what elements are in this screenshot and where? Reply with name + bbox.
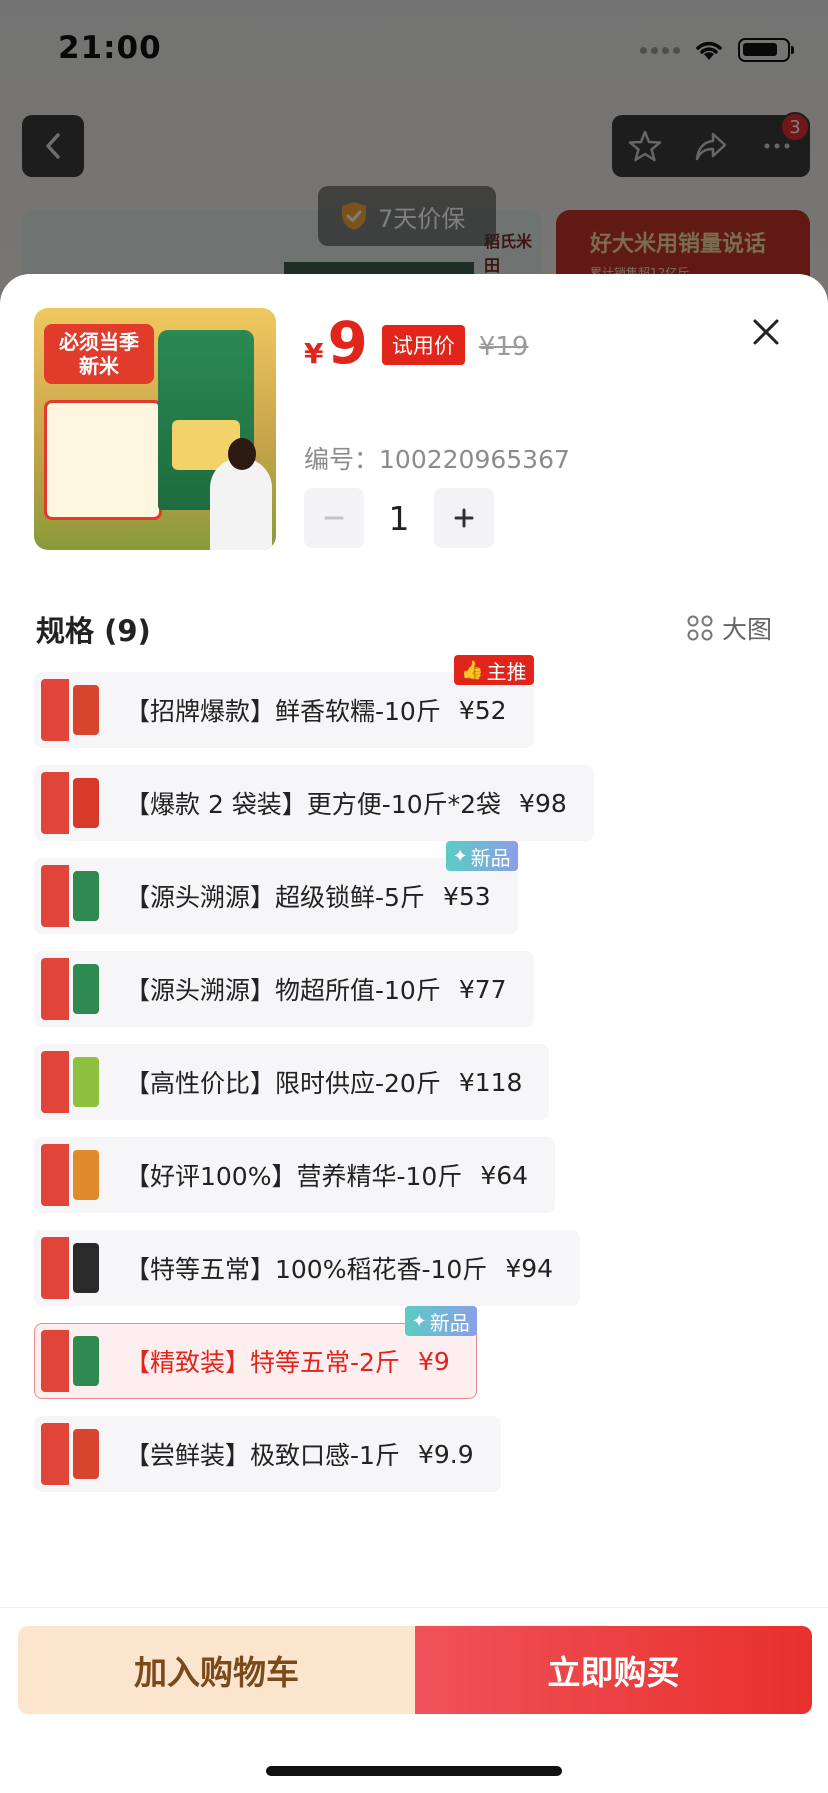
big-view-toggle[interactable]: 大图 [686, 610, 772, 646]
sparkle-icon: ✦ [452, 845, 468, 867]
spec-option[interactable]: 【尝鲜装】极致口感-1斤 ¥9.9 [34, 1416, 501, 1492]
spec-option[interactable]: 【好评100%】营养精华-10斤 ¥64 [34, 1137, 556, 1213]
spec-option-label: 【源头溯源】物超所值-10斤 [125, 976, 441, 1005]
footer-divider [0, 1607, 828, 1608]
spec-option-label: 【好评100%】营养精华-10斤 [125, 1162, 463, 1191]
home-indicator [266, 1766, 562, 1776]
buy-now-button[interactable]: 立即购买 [415, 1626, 812, 1714]
spec-option-label: 【尝鲜装】极致口感-1斤 [125, 1441, 400, 1470]
quantity-value[interactable]: 1 [364, 499, 434, 538]
spec-option-label: 【源头溯源】超级锁鲜-5斤 [125, 883, 425, 912]
spec-option-thumbnail [41, 958, 103, 1020]
recommended-badge: 👍 主推 [454, 655, 534, 685]
big-view-label: 大图 [722, 615, 773, 644]
minus-icon [324, 516, 344, 520]
spec-option[interactable]: 【源头溯源】超级锁鲜-5斤 ¥53 ✦ 新品 [34, 841, 518, 934]
quantity-stepper: 1 [304, 488, 494, 548]
grid-icon [687, 615, 713, 641]
spec-option[interactable]: 【特等五常】100%稻花香-10斤 ¥94 [34, 1230, 581, 1306]
current-price: 9 [327, 309, 368, 377]
spec-option[interactable]: 【源头溯源】物超所值-10斤 ¥77 [34, 951, 534, 1027]
spec-option[interactable]: 【精致装】特等五常-2斤 ¥9 ✦ 新品 [34, 1306, 477, 1399]
spec-option[interactable]: 【爆款 2 袋装】更方便-10斤*2袋 ¥98 [34, 765, 594, 841]
action-bar: 加入购物车 立即购买 [18, 1626, 812, 1714]
spec-option[interactable]: 【招牌爆款】鲜香软糯-10斤 ¥52 👍 主推 [34, 655, 534, 748]
plus-icon [454, 508, 474, 528]
spec-option-label: 【招牌爆款】鲜香软糯-10斤 [125, 697, 441, 726]
spec-option-label: 【爆款 2 袋装】更方便-10斤*2袋 [125, 790, 502, 819]
product-image-tag: 必须当季新米 [44, 324, 154, 384]
sku-number: 编号：100220965367 [304, 440, 570, 476]
spec-option-thumbnail [41, 679, 103, 741]
price-row: ¥ 9 试用价 ¥19 [304, 314, 528, 375]
spec-option-price: ¥98 [519, 788, 567, 818]
product-image-box [44, 400, 162, 520]
spec-option-label: 【特等五常】100%稻花香-10斤 [125, 1255, 488, 1284]
badge-label: 主推 [486, 659, 527, 684]
spec-option-thumbnail [41, 1237, 103, 1299]
close-icon [753, 319, 779, 345]
spec-option-price: ¥9.9 [417, 1439, 474, 1469]
spec-title: 规格 (9) [36, 614, 151, 648]
spec-option-thumbnail [41, 1144, 103, 1206]
sku-value: 100220965367 [379, 445, 570, 474]
spec-option-label: 【精致装】特等五常-2斤 [125, 1348, 400, 1377]
close-button[interactable] [746, 312, 786, 352]
trial-price-tag: 试用价 [381, 325, 465, 365]
sku-label: 编号： [304, 445, 380, 474]
spec-option[interactable]: 【高性价比】限时供应-20斤 ¥118 [34, 1044, 550, 1120]
thumbs-up-icon: 👍 [461, 659, 484, 681]
spec-option-price: ¥52 [458, 695, 507, 725]
spec-option-thumbnail [41, 1330, 103, 1392]
new-badge: ✦ 新品 [445, 841, 518, 871]
person-graphic [210, 438, 272, 550]
spec-options: 【招牌爆款】鲜香软糯-10斤 ¥52 👍 主推【爆款 2 袋装】更方便-10斤*2袋 ¥… [34, 655, 794, 1509]
badge-label: 新品 [429, 1310, 470, 1335]
spec-option-price: ¥118 [458, 1067, 523, 1097]
spec-option-price: ¥64 [480, 1160, 529, 1190]
spec-option-thumbnail [41, 1051, 103, 1113]
original-price: ¥19 [478, 332, 529, 362]
spec-option-thumbnail [41, 865, 103, 927]
add-to-cart-button[interactable]: 加入购物车 [18, 1626, 415, 1714]
sku-selector-sheet: 必须当季新米 ¥ 9 试用价 ¥19 编号：100220965367 1 规格 … [0, 274, 828, 1793]
spec-option-label: 【高性价比】限时供应-20斤 [125, 1069, 441, 1098]
spec-option-thumbnail [41, 1423, 103, 1485]
spec-option-thumbnail [41, 772, 103, 834]
sparkle-icon: ✦ [411, 1310, 427, 1332]
spec-option-price: ¥53 [442, 881, 491, 911]
decrease-button[interactable] [304, 488, 364, 548]
product-image[interactable]: 必须当季新米 [34, 308, 276, 550]
increase-button[interactable] [434, 488, 494, 548]
spec-option-price: ¥9 [417, 1346, 450, 1376]
new-badge: ✦ 新品 [404, 1306, 477, 1336]
spec-option-price: ¥94 [505, 1253, 554, 1283]
badge-label: 新品 [470, 845, 511, 870]
spec-option-price: ¥77 [458, 974, 507, 1004]
currency-symbol: ¥ [304, 337, 324, 370]
